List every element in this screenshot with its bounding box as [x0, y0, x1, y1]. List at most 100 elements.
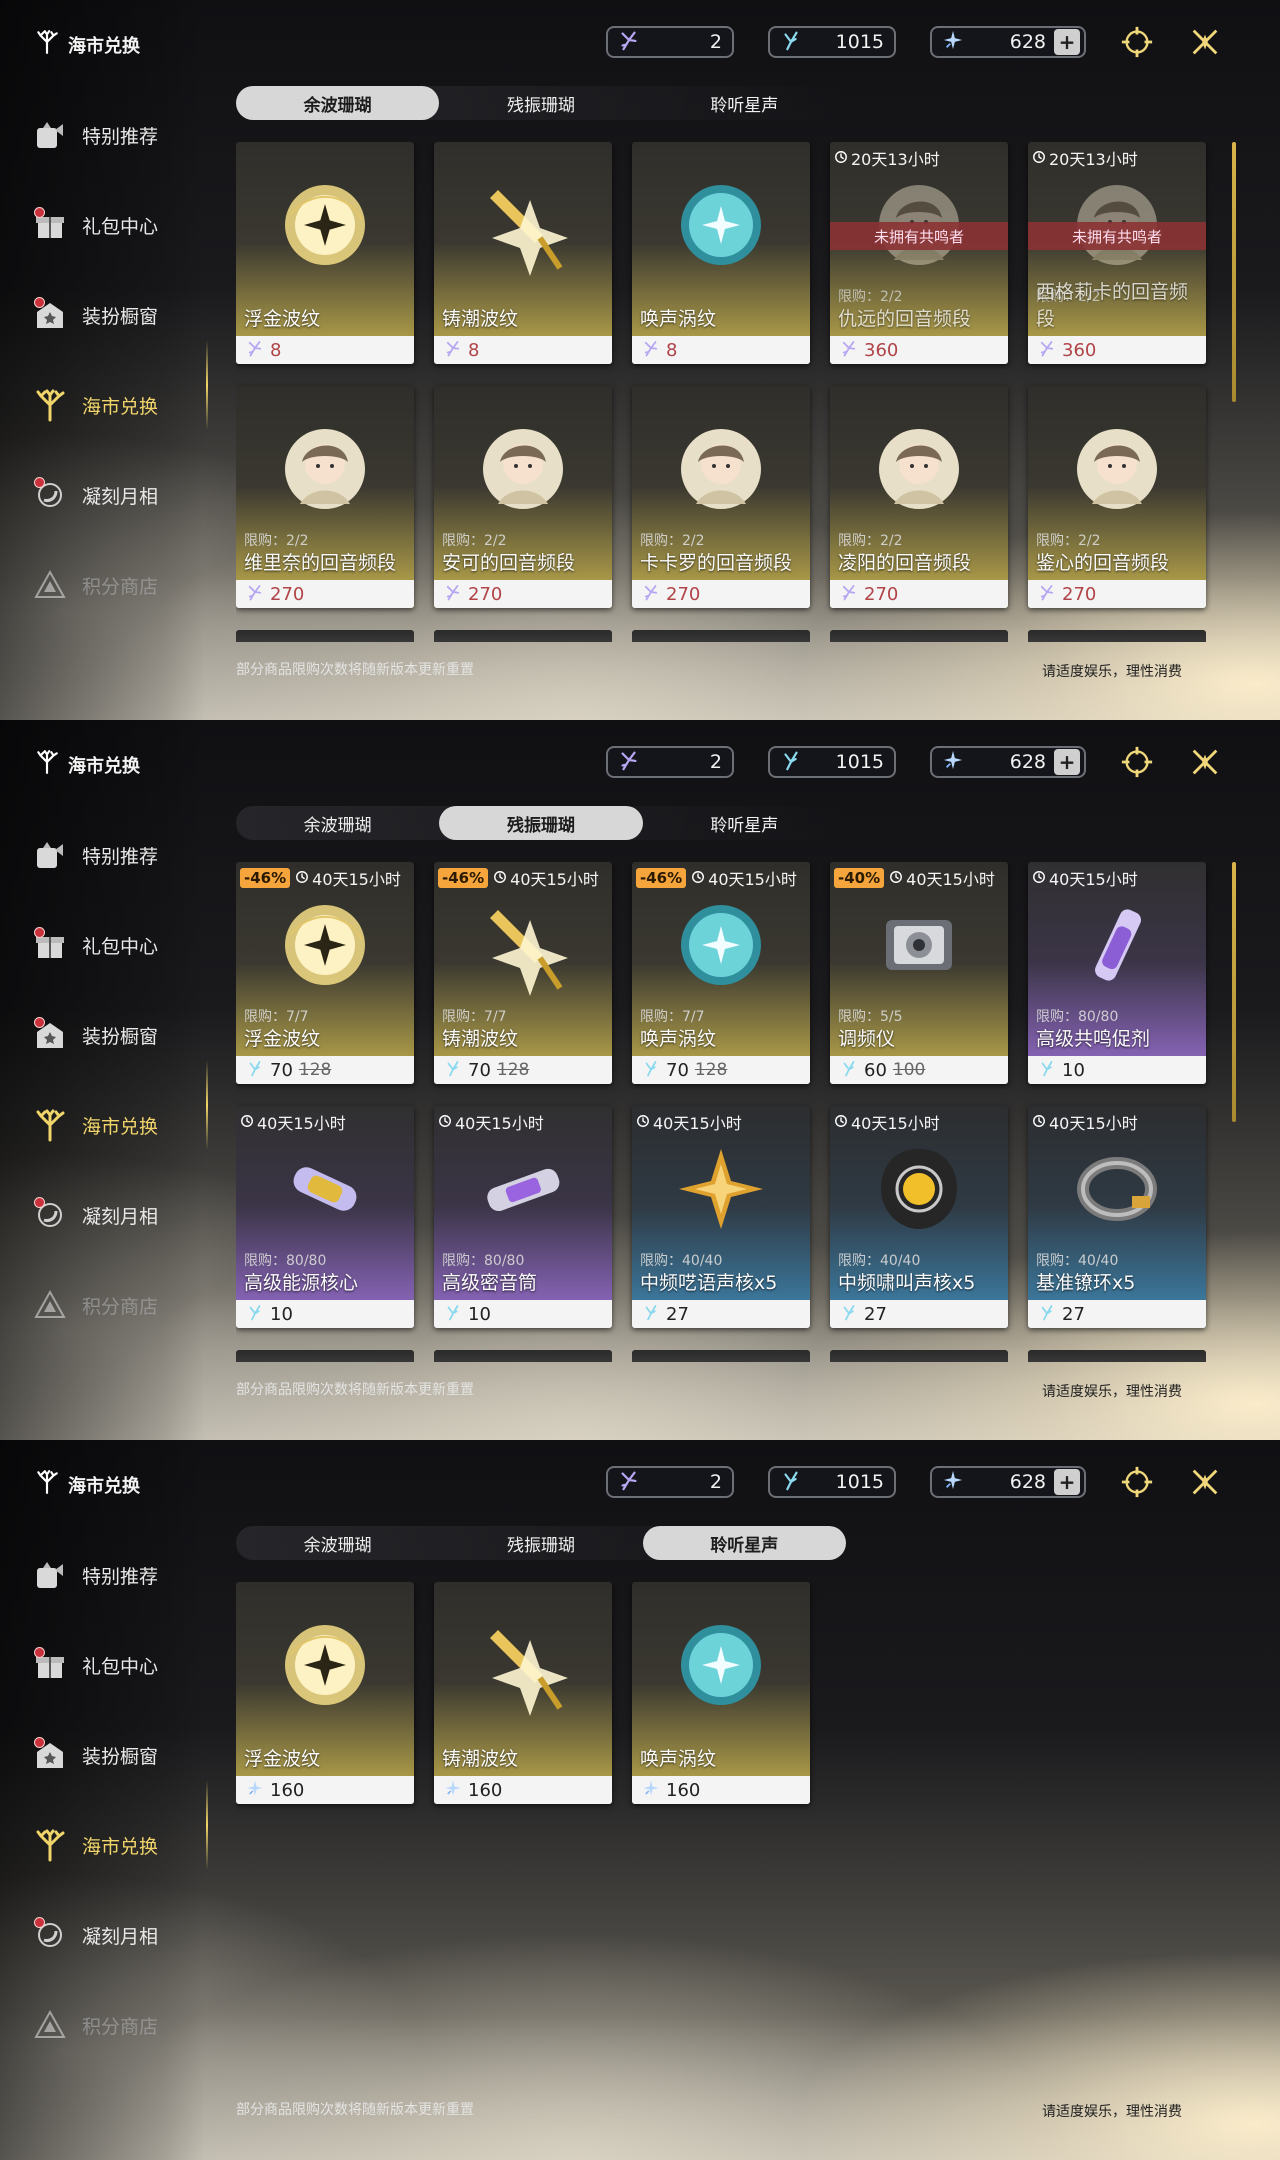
purchase-limit: 限购：80/80 [1036, 1009, 1119, 1025]
shop-item-card[interactable]: 20天13小时 未拥有共鸣者 限购：2/2 仇远的回音频段 360 [830, 142, 1008, 364]
currency-coral2[interactable]: 1015 [768, 26, 896, 58]
currency-coral2[interactable]: 1015 [768, 1466, 896, 1498]
compass-icon[interactable] [1117, 1462, 1157, 1502]
sidebar-item-1[interactable]: 礼包中心 [28, 900, 208, 990]
close-icon[interactable] [1185, 742, 1225, 782]
shop-item-card[interactable]: 限购：2/2 凌阳的回音频段 270 [830, 386, 1008, 608]
price-bar: 270 [830, 580, 1008, 608]
sidebar: 特别推荐 礼包中心装扮橱窗海市兑换 凝刻月相积分商店 [28, 810, 208, 1350]
moon-icon [30, 1915, 70, 1955]
tab-1[interactable]: 残振珊瑚 [439, 806, 643, 840]
currency-coral2[interactable]: 1015 [768, 746, 896, 778]
sidebar-item-label: 海市兑换 [82, 1835, 159, 1858]
sidebar-item-0[interactable]: 特别推荐 [28, 90, 208, 180]
currency-coral1[interactable]: 2 [606, 26, 734, 58]
shop-item-card[interactable]: 限购：2/2 鉴心的回音频段 270 [1028, 386, 1206, 608]
shop-panel: 海市兑换 2 1015 628 + 特别推荐 礼包中心 装扮橱窗 海市兑换 凝刻月相 积分商店 余波珊… [0, 1440, 1280, 2160]
shop-item-card[interactable]: 40天15小时 限购：40/40 基准镣环x5 27 [1028, 1106, 1206, 1328]
currency-star[interactable]: 628 + [930, 26, 1086, 58]
tab-1[interactable]: 残振珊瑚 [439, 1526, 642, 1560]
close-icon[interactable] [1185, 22, 1225, 62]
close-icon[interactable] [1185, 1462, 1225, 1502]
item-art-icon [1062, 1134, 1172, 1244]
shop-item-card[interactable]: 铸潮波纹 160 [434, 1582, 612, 1804]
add-currency-button[interactable]: + [1054, 749, 1080, 775]
currency-star[interactable]: 628 + [930, 1466, 1086, 1498]
shop-item-card[interactable]: -40% 40天15小时 限购：5/5 调频仪 60 100 [830, 862, 1008, 1084]
scrollbar[interactable] [1232, 862, 1236, 1122]
sidebar-item-4[interactable]: 凝刻月相 [28, 450, 208, 540]
tab-0[interactable]: 余波珊瑚 [236, 1526, 439, 1560]
item-price: 70 [270, 1059, 293, 1081]
item-price: 60 [864, 1059, 887, 1081]
tab-2[interactable]: 聆听星声 [642, 1526, 846, 1560]
tab-1[interactable]: 残振珊瑚 [439, 86, 642, 120]
notification-dot [34, 297, 45, 308]
coral-purple-icon [840, 339, 858, 362]
shop-item-card[interactable]: -46% 40天15小时 限购：7/7 铸潮波纹 70 128 [434, 862, 612, 1084]
sidebar-item-2[interactable]: 装扮橱窗 [28, 1710, 208, 1800]
shop-item-card[interactable]: 40天15小时 限购：40/40 中频啸叫声核x5 27 [830, 1106, 1008, 1328]
sidebar-item-5[interactable]: 积分商店 [28, 540, 208, 630]
shop-item-card[interactable]: -46% 40天15小时 限购：7/7 唤声涡纹 70 128 [632, 862, 810, 1084]
sidebar: 特别推荐 礼包中心 装扮橱窗 海市兑换凝刻月相积分商店 [28, 90, 208, 630]
shop-item-card[interactable]: 铸潮波纹 8 [434, 142, 612, 364]
purchase-limit: 限购：40/40 [838, 1253, 921, 1269]
add-currency-button[interactable]: + [1054, 1469, 1080, 1495]
shop-item-card[interactable]: 限购：2/2 安可的回音频段 270 [434, 386, 612, 608]
tab-2[interactable]: 聆听星声 [643, 86, 846, 120]
shop-item-card[interactable]: 唤声涡纹 160 [632, 1582, 810, 1804]
shop-item-card[interactable]: 限购：2/2 卡卡罗的回音频段 270 [632, 386, 810, 608]
sidebar-item-3[interactable]: 海市兑换 [28, 1800, 208, 1890]
sidebar-item-label: 装扮橱窗 [82, 1025, 159, 1048]
sidebar-item-4[interactable]: 凝刻月相 [28, 1170, 208, 1260]
sidebar-item-label: 凝刻月相 [82, 485, 159, 508]
item-price: 160 [468, 1779, 503, 1801]
shop-item-card[interactable]: 限购：2/2 维里奈的回音频段 270 [236, 386, 414, 608]
shop-item-card[interactable]: 40天15小时 限购：80/80 高级能源核心 10 [236, 1106, 414, 1328]
sidebar-item-3[interactable]: 海市兑换 [28, 1080, 208, 1170]
sidebar-item-2[interactable]: 装扮橱窗 [28, 270, 208, 360]
purchase-limit: 限购：5/5 [838, 1009, 903, 1025]
item-art-icon [666, 890, 776, 1000]
currency-star[interactable]: 628 + [930, 746, 1086, 778]
sidebar-item-1[interactable]: 礼包中心 [28, 180, 208, 270]
item-art-icon [270, 170, 380, 280]
shop-item-card[interactable]: 20天13小时 未拥有共鸣者 限购：2/2 西格莉卡的回音频段 360 [1028, 142, 1206, 364]
sidebar-item-0[interactable]: 特别推荐 [28, 1530, 208, 1620]
notification-dot [34, 1917, 45, 1928]
sidebar-item-1[interactable]: 礼包中心 [28, 1620, 208, 1710]
shop-item-card[interactable]: 唤声涡纹 8 [632, 142, 810, 364]
compass-icon[interactable] [1117, 22, 1157, 62]
tab-0[interactable]: 余波珊瑚 [236, 86, 440, 120]
item-name: 西格莉卡的回音频段 [1036, 281, 1189, 330]
shop-item-card[interactable]: -46% 40天15小时 限购：7/7 浮金波纹 70 128 [236, 862, 414, 1084]
sidebar-item-label: 积分商店 [82, 1295, 159, 1318]
tab-0[interactable]: 余波珊瑚 [236, 806, 439, 840]
original-price: 128 [298, 1060, 332, 1080]
item-price: 8 [270, 339, 282, 361]
compass-icon[interactable] [1117, 742, 1157, 782]
shop-item-card[interactable]: 浮金波纹 8 [236, 142, 414, 364]
page-title: 海市兑换 [34, 1469, 140, 1500]
sidebar-active-indicator [206, 1780, 208, 1870]
currency-coral1[interactable]: 2 [606, 746, 734, 778]
shop-item-card[interactable]: 40天15小时 限购：40/40 中频呓语声核x5 27 [632, 1106, 810, 1328]
sidebar-item-3[interactable]: 海市兑换 [28, 360, 208, 450]
sidebar-item-0[interactable]: 特别推荐 [28, 810, 208, 900]
tab-2[interactable]: 聆听星声 [643, 806, 846, 840]
shop-item-card[interactable]: 浮金波纹 160 [236, 1582, 414, 1804]
next-row-card-peek [830, 630, 1008, 642]
item-price: 160 [270, 1779, 305, 1801]
item-price: 270 [666, 583, 701, 605]
sidebar-item-5[interactable]: 积分商店 [28, 1260, 208, 1350]
sidebar-item-4[interactable]: 凝刻月相 [28, 1890, 208, 1980]
sidebar-item-2[interactable]: 装扮橱窗 [28, 990, 208, 1080]
shop-item-card[interactable]: 40天15小时 限购：80/80 高级密音筒 10 [434, 1106, 612, 1328]
shop-item-card[interactable]: 40天15小时 限购：80/80 高级共鸣促剂 10 [1028, 862, 1206, 1084]
currency-coral1[interactable]: 2 [606, 1466, 734, 1498]
add-currency-button[interactable]: + [1054, 29, 1080, 55]
scrollbar[interactable] [1232, 142, 1236, 402]
sidebar-item-5[interactable]: 积分商店 [28, 1980, 208, 2070]
coral-purple-icon [618, 1469, 640, 1496]
